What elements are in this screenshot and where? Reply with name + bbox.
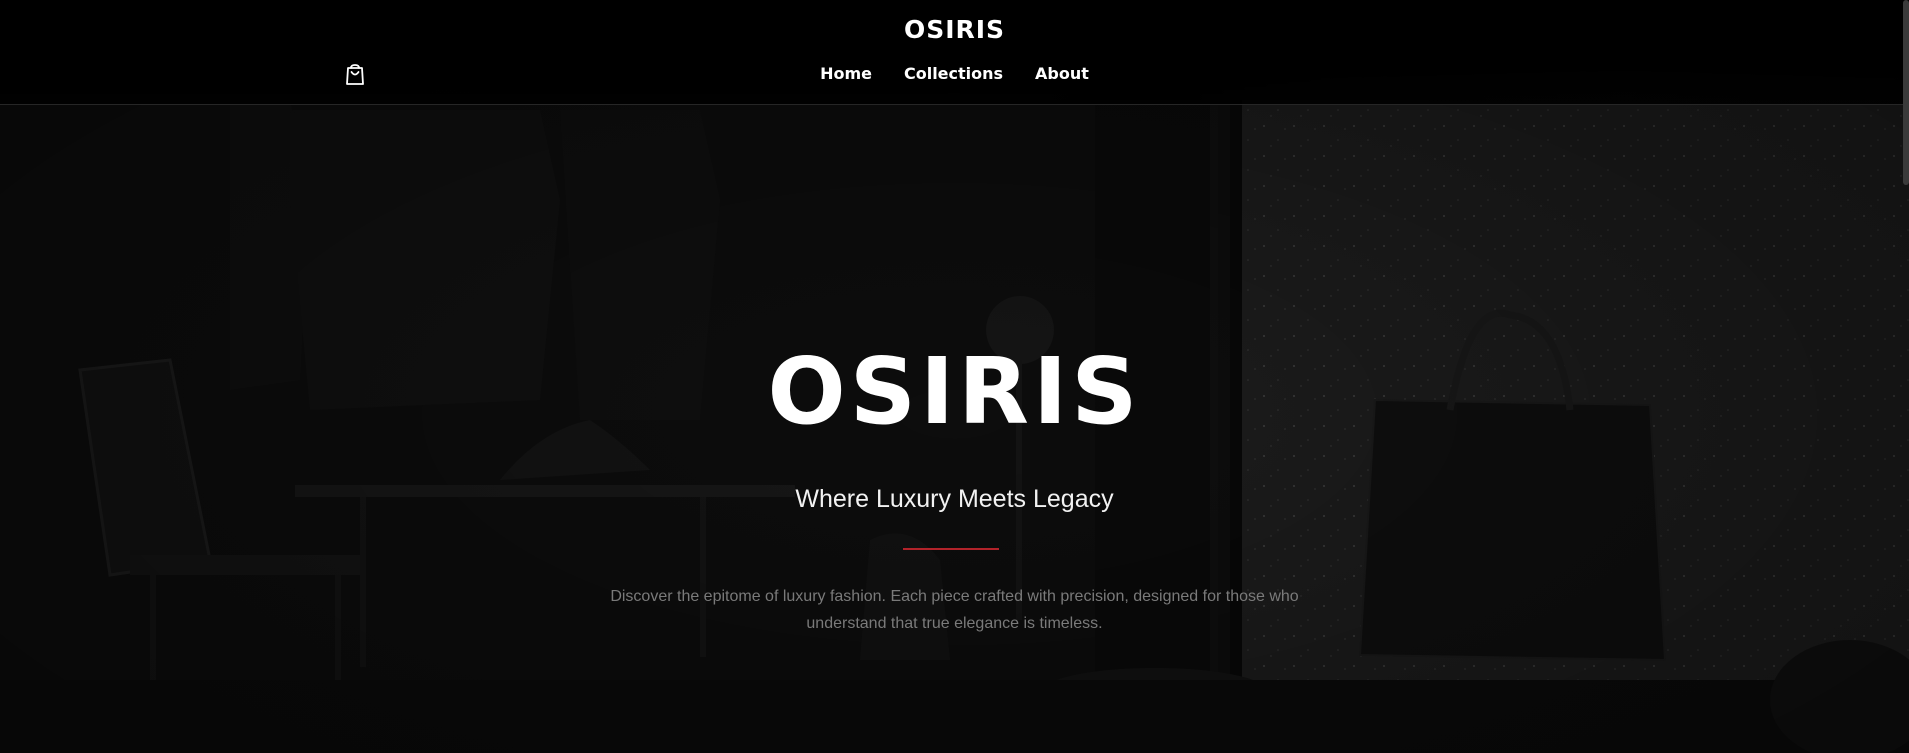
scrollbar-thumb[interactable] [1903, 0, 1909, 185]
accent-divider [903, 548, 999, 550]
hero-description: Discover the epitome of luxury fashion. … [610, 588, 1299, 632]
hero-subtitle: Where Luxury Meets Legacy [795, 485, 1114, 513]
hero-section: OSIRIS Where Luxury Meets Legacy Discove… [0, 0, 1909, 753]
page: OSIRIS Home Collections About OSIRIS Whe… [0, 0, 1909, 753]
hero-title: OSIRIS [767, 338, 1142, 445]
